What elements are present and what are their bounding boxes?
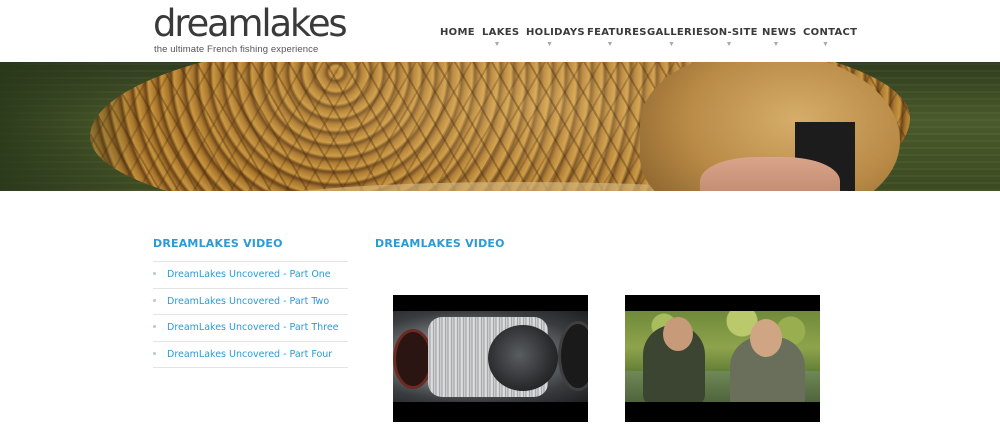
nav-home-label: HOME <box>440 27 475 38</box>
main-heading: DREAMLAKES VIDEO <box>375 237 505 250</box>
nav-contact[interactable]: CONTACT ▼ <box>803 27 858 55</box>
sidebar-link-part-one[interactable]: DreamLakes Uncovered - Part One <box>167 269 331 280</box>
sidebar-item-part-four: DreamLakes Uncovered - Part Four <box>153 342 348 368</box>
chevron-down-icon: ▼ <box>546 41 553 48</box>
nav-on-site[interactable]: ON-SITE ▼ <box>710 27 758 55</box>
video-play-area[interactable] <box>393 295 588 422</box>
nav-holidays[interactable]: HOLIDAYS ▼ <box>526 27 585 55</box>
chevron-down-icon: ▼ <box>606 41 614 48</box>
video-thumbnail-reel[interactable] <box>393 295 588 422</box>
bullet-icon <box>153 298 156 302</box>
nav-lakes-label: LAKES <box>482 27 520 38</box>
sidebar-item-part-three: DreamLakes Uncovered - Part Three <box>153 315 348 342</box>
nav-contact-label: CONTACT <box>803 27 858 38</box>
chevron-down-icon: ▼ <box>725 41 733 48</box>
site-header: dreamlakes the ultimate French fishing e… <box>0 0 1000 62</box>
hero-banner-carp <box>0 62 1000 191</box>
sidebar-video-list: DreamLakes Uncovered - Part One DreamLak… <box>153 261 348 368</box>
nav-galleries-label: GALLERIES <box>647 27 711 38</box>
chevron-down-icon: ▼ <box>772 41 780 48</box>
banner-fade <box>0 62 140 191</box>
bullet-icon <box>153 272 156 275</box>
bullet-icon <box>153 351 156 355</box>
sidebar-link-part-three[interactable]: DreamLakes Uncovered - Part Three <box>167 322 339 333</box>
nav-features-label: FEATURES <box>587 27 647 38</box>
sidebar-item-part-one: DreamLakes Uncovered - Part One <box>153 262 348 289</box>
sidebar-item-part-two: DreamLakes Uncovered - Part Two <box>153 289 348 315</box>
nav-features[interactable]: FEATURES ▼ <box>587 27 647 55</box>
sidebar-link-part-four[interactable]: DreamLakes Uncovered - Part Four <box>167 349 332 360</box>
nav-on-site-label: ON-SITE <box>710 27 758 38</box>
nav-holidays-label: HOLIDAYS <box>526 27 585 38</box>
angler-hand <box>700 157 840 191</box>
sidebar-link-part-two[interactable]: DreamLakes Uncovered - Part Two <box>167 296 329 307</box>
chevron-down-icon: ▼ <box>493 41 501 48</box>
nav-galleries[interactable]: GALLERIES ▼ <box>647 27 711 55</box>
nav-lakes[interactable]: LAKES ▼ <box>482 27 520 55</box>
video-thumbnail-anglers[interactable] <box>625 295 820 422</box>
nav-news-label: NEWS <box>762 27 797 38</box>
chevron-down-icon: ▼ <box>668 41 675 48</box>
nav-home[interactable]: HOME <box>440 27 475 55</box>
video-play-area[interactable] <box>625 295 820 422</box>
main-navigation: HOME LAKES ▼ HOLIDAYS ▼ FEATURES ▼ GALLE… <box>0 27 1000 55</box>
bullet-icon <box>153 325 156 328</box>
sidebar-heading: DREAMLAKES VIDEO <box>153 237 283 250</box>
chevron-down-icon: ▼ <box>822 41 829 48</box>
nav-news[interactable]: NEWS ▼ <box>762 27 797 55</box>
